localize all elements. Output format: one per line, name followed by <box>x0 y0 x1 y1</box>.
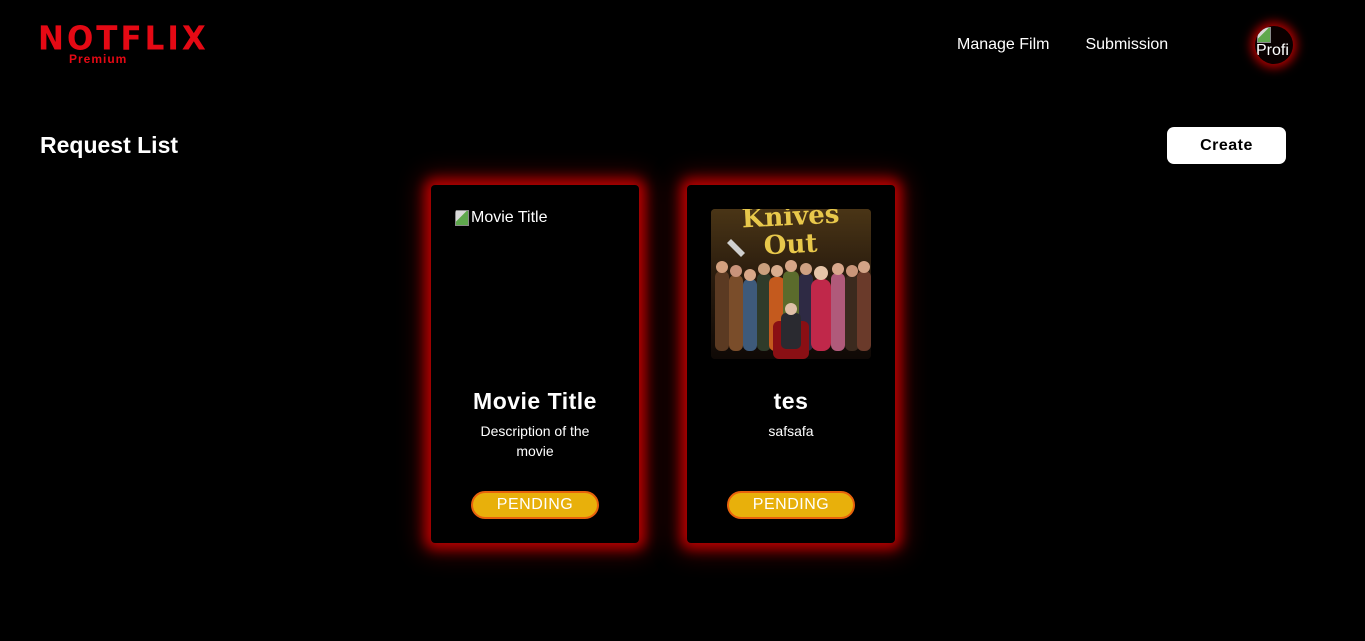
poster-artwork: Knives Out <box>711 209 871 359</box>
profile-avatar[interactable]: Profi <box>1255 26 1293 64</box>
movie-poster: Knives Out <box>711 209 871 359</box>
avatar-alt-text: Profi <box>1256 42 1289 59</box>
svg-text:Out: Out <box>763 229 818 262</box>
poster-artwork-illustration: Knives Out <box>711 209 871 359</box>
movie-poster: Movie Title <box>455 209 615 359</box>
poster-alt-text: Movie Title <box>471 209 548 226</box>
status-badge: PENDING <box>727 491 855 519</box>
broken-image-icon <box>455 210 469 226</box>
status-badge: PENDING <box>471 491 599 519</box>
top-header: NOTFLIX Premium Manage Film Submission P… <box>0 0 1365 90</box>
request-card[interactable]: Movie Title Movie Title Description of t… <box>431 185 639 543</box>
poster-alt-text-wrap: Movie Title <box>455 209 547 227</box>
logo-tier-label: Premium <box>69 52 128 66</box>
nav-manage-film[interactable]: Manage Film <box>957 36 1049 54</box>
card-title: Movie Title <box>473 388 597 414</box>
broken-image-icon <box>1257 27 1271 43</box>
card-title: tes <box>773 388 809 414</box>
card-description: Description of the movie <box>480 423 590 459</box>
card-description: safsafa <box>768 423 814 439</box>
main-nav: Manage Film Submission <box>957 36 1168 54</box>
nav-submission[interactable]: Submission <box>1085 36 1168 54</box>
notflix-logo[interactable]: NOTFLIX Premium <box>38 20 206 68</box>
page-title: Request List <box>40 132 179 158</box>
create-button[interactable]: Create <box>1167 127 1286 164</box>
request-card[interactable]: Knives Out tes safsafa PENDING <box>687 185 895 543</box>
